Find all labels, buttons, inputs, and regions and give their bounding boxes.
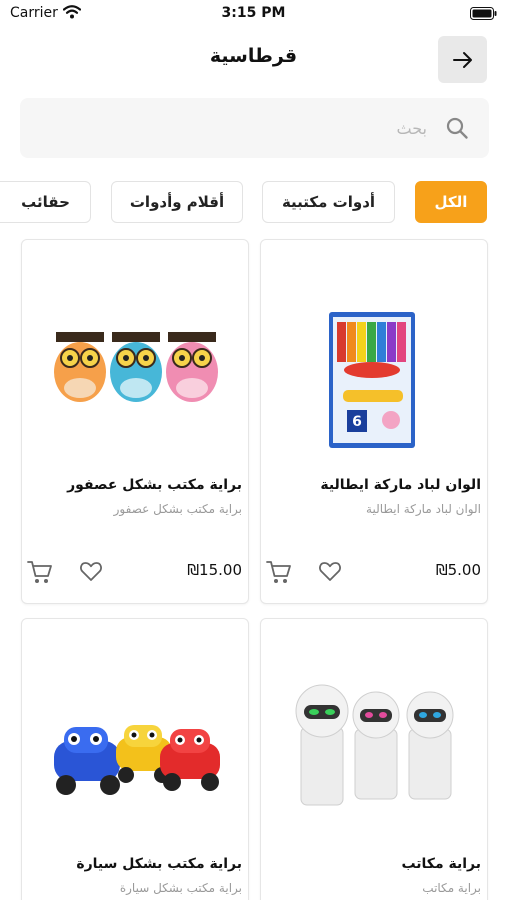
tab-pens-tools[interactable]: أقلام وأدوات [111, 181, 243, 223]
search-icon[interactable] [445, 116, 469, 140]
cart-icon[interactable] [265, 558, 293, 586]
category-tabs: الكل أدوات مكتبية أقلام وأدوات حقائب [0, 181, 507, 223]
product-title: براية مكتب بشكل عصفور [67, 477, 242, 493]
status-time: 3:15 PM [221, 5, 286, 21]
product-title: براية مكاتب [401, 856, 481, 872]
svg-text:6: 6 [352, 414, 362, 430]
tab-office-supplies[interactable]: أدوات مكتبية [262, 181, 395, 223]
owl-sharpeners-image [54, 332, 218, 402]
product-price: ₪15.00 [187, 561, 242, 579]
product-title: براية مكتب بشكل سيارة [76, 856, 242, 872]
product-title: الوان لباد ماركة ايطالية [320, 477, 481, 493]
back-button[interactable] [438, 36, 487, 83]
cart-icon[interactable] [26, 558, 54, 586]
page-title: قرطاسية [209, 45, 298, 67]
heart-icon[interactable] [317, 558, 343, 584]
product-card[interactable]: براية مكتب بشكل عصفور براية مكتب بشكل عص… [21, 239, 249, 604]
product-subtitle: براية مكتب بشكل سيارة [119, 881, 242, 895]
product-price: ₪5.00 [435, 561, 481, 579]
product-card[interactable]: براية مكتب بشكل سيارة براية مكتب بشكل سي… [21, 618, 249, 900]
arrow-right-icon [452, 51, 472, 68]
status-bar: Carrier 3:15 PM [0, 0, 507, 28]
product-card[interactable]: 6 الوان لباد ماركة ايطالية الوان لباد ما… [260, 239, 488, 604]
tab-bags[interactable]: حقائب [0, 181, 91, 223]
search-input[interactable] [67, 112, 427, 144]
product-subtitle: براية مكتب بشكل عصفور [113, 502, 242, 516]
robot-sharpeners-image [295, 684, 454, 806]
search-bar[interactable] [20, 98, 489, 158]
product-subtitle: براية مكاتب [422, 881, 481, 895]
car-sharpeners-image [54, 725, 220, 795]
product-card[interactable]: براية مكاتب براية مكاتب [260, 618, 488, 900]
product-subtitle: الوان لباد ماركة ايطالية [366, 502, 481, 516]
battery-icon [470, 7, 497, 20]
markers-box-image: 6 [329, 312, 415, 448]
tab-all[interactable]: الكل [415, 181, 487, 223]
heart-icon[interactable] [78, 558, 104, 584]
